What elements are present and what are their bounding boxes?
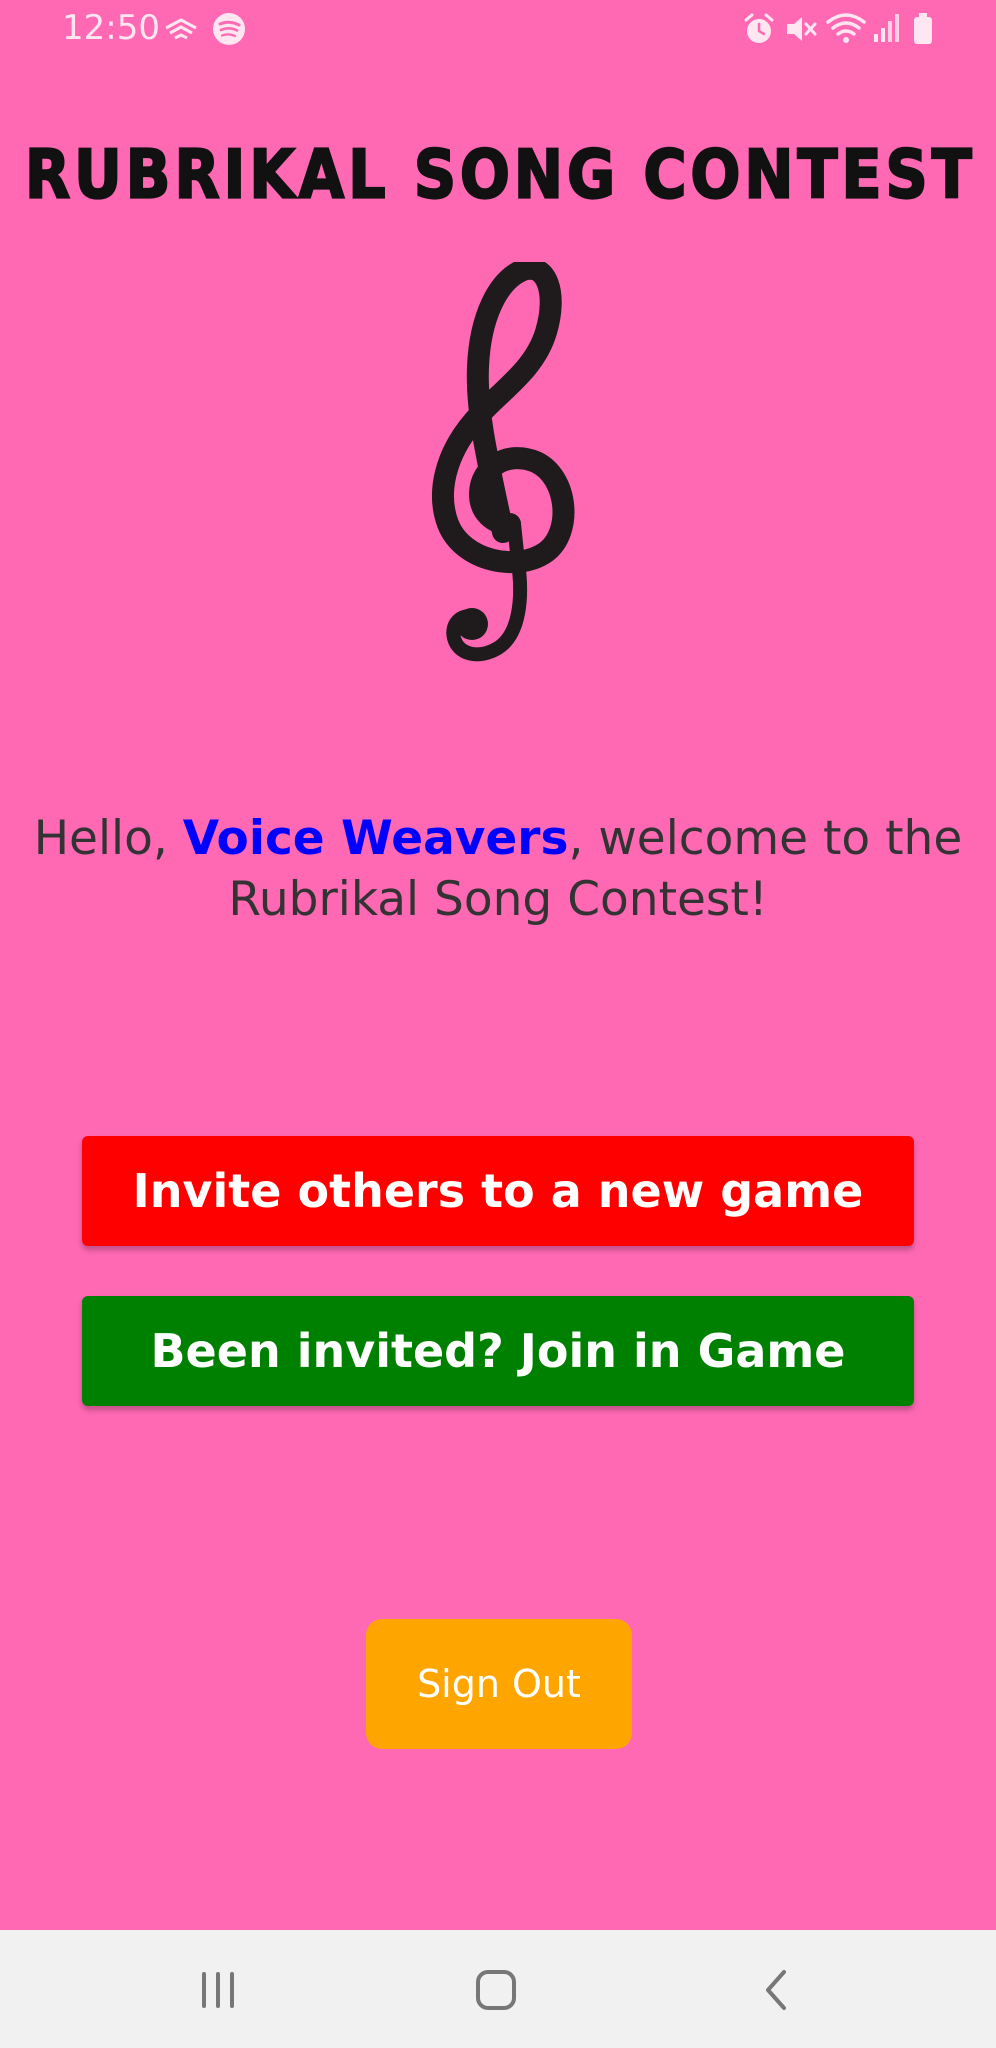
mute-icon (787, 17, 817, 41)
app-screen: 12:50 RUBRIKAL SONG CONTEST Hello, Voice… (0, 0, 996, 2048)
invite-new-game-button[interactable]: Invite others to a new game (82, 1136, 914, 1246)
back-icon[interactable] (746, 1960, 806, 2020)
treble-clef-icon (431, 262, 575, 662)
spotify-icon (213, 13, 245, 45)
sign-out-button[interactable]: Sign Out (366, 1619, 632, 1749)
app-title: RUBRIKAL SONG CONTEST (24, 134, 976, 215)
cast-wireless-icon (165, 18, 197, 40)
alarm-icon (744, 13, 774, 43)
status-time: 12:50 (62, 8, 160, 48)
welcome-message: Hello, Voice Weavers, welcome to the Rub… (30, 808, 966, 930)
home-icon[interactable] (466, 1960, 526, 2020)
wifi-icon (826, 13, 866, 43)
team-name: Voice Weavers (182, 811, 569, 866)
join-game-button[interactable]: Been invited? Join in Game (82, 1296, 914, 1406)
welcome-prefix: Hello, (33, 811, 183, 866)
navigation-bar (0, 1930, 996, 2048)
signal-icon (874, 14, 899, 42)
battery-icon (914, 13, 932, 44)
recent-apps-icon[interactable] (188, 1960, 248, 2020)
status-bar: 12:50 (0, 0, 996, 60)
